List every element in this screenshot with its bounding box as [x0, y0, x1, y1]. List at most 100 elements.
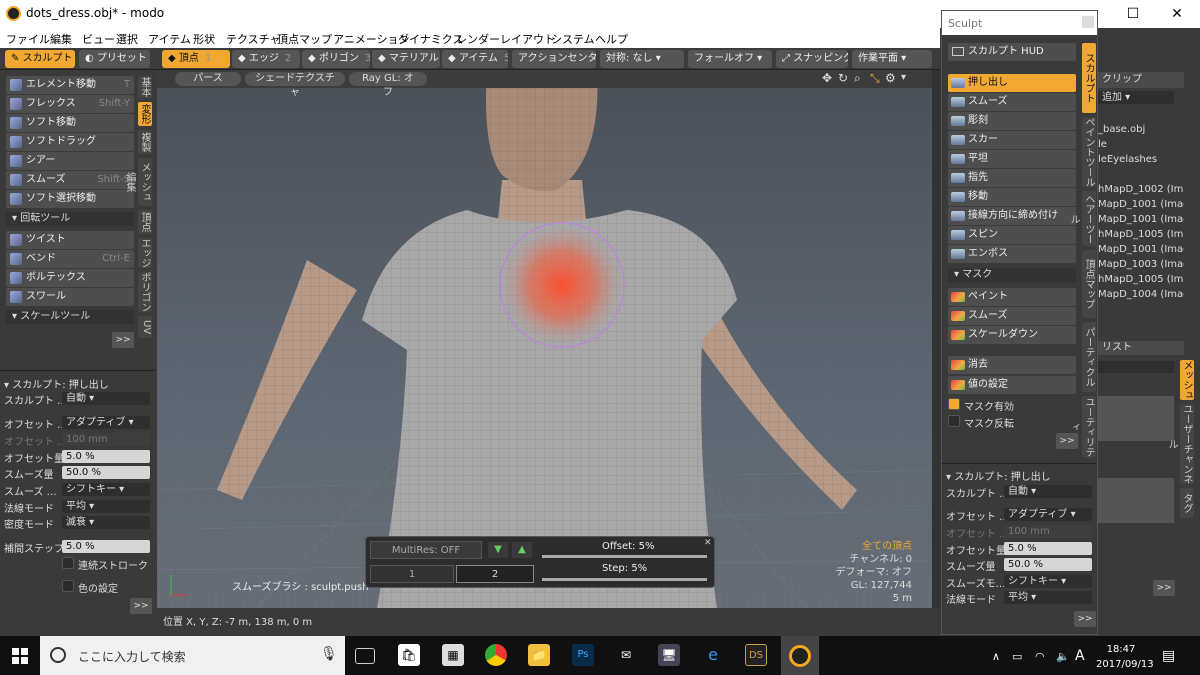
item-row[interactable]: MapD_1001 (Image — [1098, 214, 1184, 225]
snapping-button[interactable]: ⤢ スナッピング — [776, 50, 848, 68]
mask-tool-scale-down[interactable]: スケールダウン — [948, 326, 1076, 344]
vtab-polygon[interactable]: ポリゴン — [138, 272, 152, 312]
move-view-icon[interactable]: ✥ — [822, 71, 832, 85]
step-slider[interactable] — [542, 578, 707, 581]
item-row[interactable]: MapD_1001 (Image — [1098, 199, 1184, 210]
vtab-paint-tools[interactable]: ペイントツール — [1082, 117, 1096, 187]
item-row[interactable]: MapD_1003 (Image — [1098, 259, 1184, 270]
smooth-mode-dropdown[interactable]: シフトキー ▾ — [1004, 575, 1092, 588]
more-sculpt-button[interactable]: >> — [1056, 433, 1078, 449]
maximize-button[interactable]: ☐ — [1110, 0, 1156, 28]
menu-select[interactable]: 選択 — [116, 31, 138, 47]
network-icon[interactable]: 🖥 — [658, 644, 680, 666]
calculator-icon[interactable]: ▦ — [442, 644, 464, 666]
menu-texture[interactable]: テクスチャ — [226, 31, 281, 47]
rotate-view-icon[interactable]: ↻ — [838, 71, 848, 85]
dropdown-arrow-icon[interactable]: ▾ — [901, 72, 906, 83]
tool-set-value[interactable]: 値の設定 — [948, 376, 1076, 394]
menu-dynamics[interactable]: ダイナミクス — [398, 31, 463, 47]
menu-view[interactable]: ビュー — [82, 31, 115, 47]
workplane-dropdown[interactable]: 作業平面 ▾ — [852, 50, 932, 68]
item-row[interactable]: MapD_1001 (Image — [1098, 244, 1184, 255]
tool-shear[interactable]: シアー — [6, 152, 134, 170]
action-center-dropdown[interactable]: アクションセンター ▾ — [512, 50, 596, 68]
sculpt-tool-spin[interactable]: スピン — [948, 226, 1076, 244]
smooth-amount-slider[interactable]: 50.0 % — [62, 466, 150, 479]
file-explorer-icon[interactable]: 📁 — [528, 644, 550, 666]
offset-slider[interactable] — [542, 555, 707, 558]
tool-smooth[interactable]: スムーズ Shift-S — [6, 171, 134, 189]
item-row[interactable]: hMapD_1005 (Imag — [1098, 229, 1184, 240]
continuous-stroke-checkbox[interactable] — [62, 557, 74, 569]
task-view-icon[interactable] — [355, 648, 375, 664]
offset-amount-slider[interactable]: 5.0 % — [62, 450, 150, 463]
offset-amount-slider[interactable]: 5.0 % — [1004, 542, 1092, 555]
normal-mode-dropdown[interactable]: 平均 ▾ — [62, 500, 150, 513]
tool-soft-selection-move[interactable]: ソフト選択移動 — [6, 190, 134, 208]
level-up-icon[interactable]: ▲ — [512, 542, 532, 558]
view-type-button[interactable]: パース — [175, 72, 241, 86]
menu-help[interactable]: ヘルプ — [595, 31, 628, 47]
smooth-mode-dropdown[interactable]: シフトキー ▾ — [62, 483, 150, 496]
sculpt-hud-button[interactable]: スカルプト HUD — [948, 43, 1076, 61]
density-mode-dropdown[interactable]: 滅衰 ▾ — [62, 516, 150, 529]
level-down-icon[interactable]: ▼ — [488, 542, 508, 558]
microphone-icon[interactable]: 🎙 — [320, 646, 338, 662]
chrome-icon[interactable] — [485, 644, 507, 666]
vtab-hair-tools[interactable]: ヘアーツール — [1068, 191, 1096, 246]
vtab-uv[interactable]: UV — [138, 316, 152, 338]
multires-toggle[interactable]: MultiRes: OFF — [370, 541, 482, 559]
preset-button[interactable]: ◐ プリセット — [79, 50, 150, 68]
item-row[interactable]: leEyelashes — [1098, 154, 1184, 165]
vtab-vertex[interactable]: 頂点 — [138, 210, 152, 234]
tool-twist[interactable]: ツイスト — [6, 231, 134, 249]
daz-studio-icon[interactable]: DS — [745, 644, 767, 666]
vtab-deform[interactable]: 変形 — [138, 102, 152, 126]
menu-layout[interactable]: レイアウト — [500, 31, 555, 47]
clock[interactable]: 18:47 2017/09/13 — [1096, 642, 1154, 672]
offset-mode-dropdown[interactable]: アダプティブ ▾ — [62, 416, 150, 429]
vtab-duplicate[interactable]: 複製 — [138, 130, 152, 154]
mask-invert-checkbox[interactable] — [948, 415, 960, 427]
shading-mode-button[interactable]: シェードテクスチャ — [245, 72, 345, 98]
vtab-particles[interactable]: パーティクル — [1082, 322, 1096, 392]
vtab-user-channel[interactable]: ユーザーチャンネル — [1166, 404, 1194, 484]
item-row[interactable]: hMapD_1002 (Imag — [1098, 184, 1184, 195]
edge-icon[interactable]: e — [702, 644, 724, 666]
item-row[interactable]: MapD_1004 (Image — [1098, 289, 1184, 300]
menu-render[interactable]: レンダー — [456, 31, 500, 47]
vtab-basic[interactable]: 基本 — [138, 76, 152, 98]
windows-start-icon[interactable] — [12, 648, 28, 664]
vtab-vertex-map[interactable]: 頂点マップ — [1082, 250, 1096, 318]
symmetry-dropdown[interactable]: 対称: なし ▾ — [600, 50, 684, 68]
sculpt-tool-carve[interactable]: 彫刻 — [948, 112, 1076, 130]
modo-taskbar-active[interactable] — [781, 636, 819, 675]
rotate-tools-group[interactable]: ▾ 回転ツール — [6, 212, 134, 226]
settings-gear-icon[interactable]: ⚙ — [885, 71, 896, 85]
more-tools-button[interactable]: >> — [112, 332, 134, 348]
menu-item[interactable]: アイテム — [148, 31, 191, 47]
more-list-button[interactable]: >> — [1153, 580, 1175, 596]
more-props-button[interactable]: >> — [130, 598, 152, 614]
tool-swirl[interactable]: スワール — [6, 288, 134, 306]
vtab-tag[interactable]: タグ — [1180, 488, 1194, 518]
clip-tab[interactable]: クリップ — [1098, 72, 1184, 88]
scale-tools-group[interactable]: ▾ スケールツール — [6, 310, 134, 324]
tool-soft-drag[interactable]: ソフトドラッグ — [6, 133, 134, 151]
filter-field[interactable] — [1098, 361, 1174, 373]
item-row[interactable]: _base.obj — [1098, 124, 1184, 135]
store-icon[interactable]: 🛍 — [398, 644, 420, 666]
edge-mode-button[interactable]: ◆ エッジ 2 — [232, 50, 300, 68]
menu-geometry[interactable]: 形状 — [193, 31, 215, 47]
volume-icon[interactable]: 🔈 — [1056, 650, 1070, 663]
action-center-icon[interactable]: ▤ — [1162, 648, 1175, 664]
3d-viewport[interactable]: パース シェードテクスチャ Ray GL: オフ ✥ ↻ ⌕ ⤡ ⚙ ▾ スムー… — [157, 70, 932, 608]
tool-flex[interactable]: フレックス Shift-Y — [6, 95, 134, 113]
vertex-mode-button[interactable]: ◆ 頂点 1 — [162, 50, 230, 68]
sculpt-tool-tangent-pinch[interactable]: 接線方向に締め付け — [948, 207, 1076, 225]
falloff-dropdown[interactable]: フォールオフ ▾ — [688, 50, 772, 68]
level-2-button[interactable]: 2 — [456, 565, 534, 583]
item-row[interactable]: hMapD_1005 (Imag — [1098, 274, 1184, 285]
add-item-dropdown[interactable]: 追加 ▾ — [1098, 91, 1174, 104]
menu-edit[interactable]: 編集 — [50, 31, 72, 47]
